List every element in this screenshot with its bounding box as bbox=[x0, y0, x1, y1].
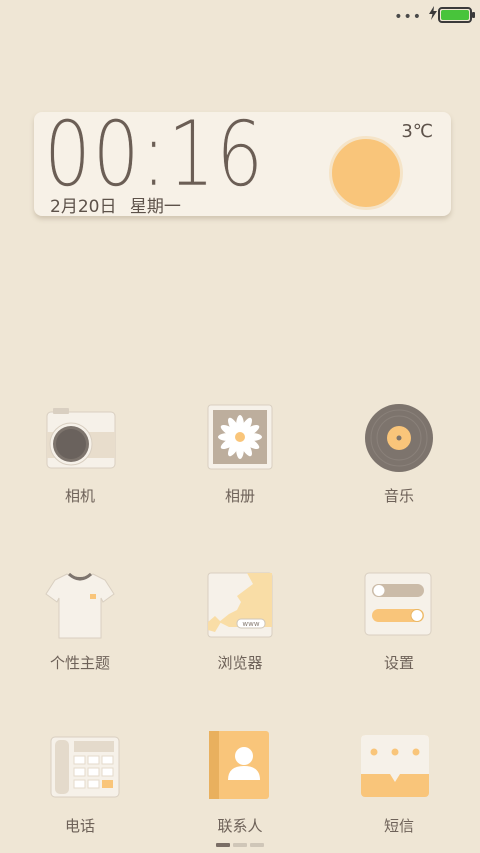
app-label: 短信 bbox=[383, 817, 414, 835]
tshirt-icon bbox=[45, 572, 115, 639]
battery-icon bbox=[438, 7, 475, 23]
overflow-dots-icon: ••• bbox=[394, 9, 422, 25]
contacts-book-icon bbox=[209, 731, 269, 799]
clock-date: 2月20日 星期一 bbox=[50, 192, 181, 217]
weekday-text: 星期一 bbox=[129, 197, 181, 217]
page-dot bbox=[216, 843, 230, 847]
app-label: 音乐 bbox=[383, 487, 414, 505]
charging-bolt-icon bbox=[429, 6, 437, 20]
app-label: 电话 bbox=[64, 817, 95, 835]
page-dot bbox=[250, 843, 264, 847]
page-indicator[interactable] bbox=[216, 843, 264, 847]
app-label: 浏览器 bbox=[217, 654, 263, 672]
app-label: 相册 bbox=[224, 487, 255, 505]
browser-map-icon: www bbox=[207, 572, 273, 638]
sun-icon bbox=[329, 136, 403, 210]
status-bar: ••• bbox=[0, 0, 480, 28]
clock-time: 00:16 bbox=[44, 102, 265, 207]
temperature: 3℃ bbox=[401, 121, 433, 142]
message-bubble-icon bbox=[361, 735, 429, 797]
camera-icon bbox=[46, 408, 116, 469]
clock-weather-widget[interactable]: 00:16 2月20日 星期一 3℃ bbox=[34, 102, 451, 217]
settings-toggles-icon bbox=[364, 572, 432, 636]
app-label: 个性主题 bbox=[49, 654, 110, 672]
battery-fill bbox=[441, 10, 469, 20]
page-dot bbox=[233, 843, 247, 847]
date-text: 2月20日 bbox=[50, 197, 117, 217]
vinyl-record-icon bbox=[365, 404, 433, 472]
app-label: 相机 bbox=[64, 487, 95, 505]
app-label: 设置 bbox=[383, 654, 414, 672]
app-label: 联系人 bbox=[217, 817, 263, 835]
phone-keypad-icon bbox=[50, 736, 120, 798]
browser-icon-text: www bbox=[242, 620, 259, 628]
gallery-flower-icon bbox=[207, 404, 273, 470]
